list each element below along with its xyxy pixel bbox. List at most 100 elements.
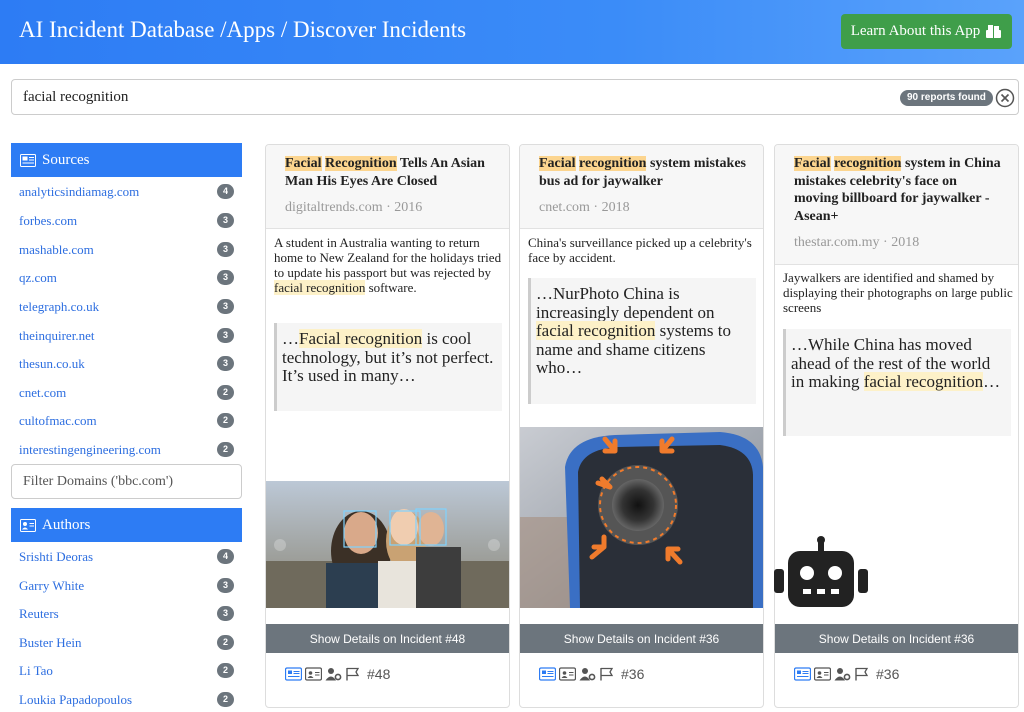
quote-highlight: facial recognition [536,321,656,340]
desc-text: A student in Australia wanting to return… [274,235,502,280]
card-source: thestar.com.my · 2018 [794,235,920,250]
author-count: 3 [217,578,234,593]
title-highlight: Facial [285,156,322,171]
show-details-button[interactable]: Show Details on Incident #36 [520,624,763,653]
user-gear-icon[interactable] [325,667,342,681]
incident-card: Facial recognition system mistakes bus a… [519,144,764,708]
author-count: 2 [217,635,234,650]
incident-number[interactable]: #36 [876,666,899,682]
source-label: thesun.co.uk [19,356,85,371]
author-label: Li Tao [19,663,53,678]
search-input[interactable]: facial recognition 90 reports found [11,79,1019,115]
source-label: forbes.com [19,213,78,228]
filter-domains-placeholder: Filter Domains ('bbc.com') [23,473,174,489]
card-quote: …NurPhoto China is increasingly dependen… [528,278,756,404]
quote-text: …NurPhoto China is increasingly dependen… [536,284,715,322]
source-count: 4 [217,184,234,199]
source-item[interactable]: forbes.com 3 [19,211,234,231]
author-label: Garry White [19,578,85,593]
quote-highlight: Facial recognition [299,329,423,348]
author-label: Loukia Papadopoulos [19,692,133,707]
id-card-icon[interactable] [559,667,576,681]
author-count: 2 [217,692,234,707]
newspaper-icon[interactable] [794,667,811,681]
source-item[interactable]: thesun.co.uk 3 [19,354,234,374]
title-highlight: Facial [794,156,831,171]
source-item[interactable]: telegraph.co.uk 3 [19,297,234,317]
card-description: China's surveillance picked up a celebri… [528,235,758,265]
source-label: theinquirer.net [19,328,95,343]
show-details-button[interactable]: Show Details on Incident #36 [775,624,1018,653]
card-title[interactable]: Facial recognition system mistakes bus a… [539,155,749,190]
title-highlight: Recognition [325,156,397,171]
id-card-icon[interactable] [814,667,831,681]
robot-icon [774,536,868,607]
title-highlight: Facial [539,156,576,171]
source-label: qz.com [19,270,57,285]
authors-heading: Authors [42,516,91,533]
source-label: telegraph.co.uk [19,299,100,314]
flag-icon[interactable] [345,667,362,681]
flag-icon[interactable] [599,667,616,681]
author-item[interactable]: Li Tao 2 [19,661,234,681]
source-count: 2 [217,442,234,457]
newspaper-icon[interactable] [285,667,302,681]
desc-text: Jaywalkers are identified and shamed by … [783,270,1013,315]
source-item[interactable]: qz.com 3 [19,268,234,288]
show-details-button[interactable]: Show Details on Incident #48 [266,624,509,653]
newspaper-icon [20,153,36,167]
card-quote: …Facial recognition is cool technology, … [274,323,502,411]
author-item[interactable]: Reuters 3 [19,604,234,624]
newspaper-icon[interactable] [539,667,556,681]
source-item[interactable]: interestingengineering.com 2 [19,440,234,460]
app-header: AI Incident Database /Apps / Discover In… [0,0,1024,64]
card-title[interactable]: Facial Recognition Tells An Asian Man Hi… [285,155,495,190]
source-item[interactable]: theinquirer.net 3 [19,326,234,346]
flag-icon[interactable] [854,667,871,681]
desc-text: China's surveillance picked up a celebri… [528,235,752,265]
author-item[interactable]: Garry White 3 [19,576,234,596]
source-count: 2 [217,413,234,428]
card-header: Facial Recognition Tells An Asian Man Hi… [266,145,509,229]
title-highlight: recognition [579,156,647,171]
author-count: 3 [217,606,234,621]
user-gear-icon[interactable] [834,667,851,681]
box-icon [986,25,1002,38]
author-item[interactable]: Loukia Papadopoulos 2 [19,690,234,710]
user-gear-icon[interactable] [579,667,596,681]
source-label: analyticsindiamag.com [19,184,140,199]
incident-number[interactable]: #48 [367,666,390,682]
author-label: Reuters [19,606,59,621]
title-highlight: recognition [834,156,902,171]
card-header: Facial recognition system mistakes bus a… [520,145,763,229]
learn-about-app-button[interactable]: Learn About this App [841,14,1012,49]
source-item[interactable]: analyticsindiamag.com 4 [19,182,234,202]
source-count: 3 [217,270,234,285]
card-image [520,427,763,608]
card-source: cnet.com · 2018 [539,200,630,215]
card-header: Facial recognition system in China mista… [775,145,1018,265]
source-item[interactable]: mashable.com 3 [19,240,234,260]
filter-domains-input[interactable]: Filter Domains ('bbc.com') [11,464,242,499]
author-label: Buster Hein [19,635,82,650]
quote-text: … [282,329,299,348]
reports-found-badge: 90 reports found [900,90,993,106]
author-item[interactable]: Srishti Deoras 4 [19,547,234,567]
id-card-icon[interactable] [305,667,322,681]
source-item[interactable]: cnet.com 2 [19,383,234,403]
source-count: 3 [217,356,234,371]
card-title[interactable]: Facial recognition system in China mista… [794,155,1004,225]
source-label: interestingengineering.com [19,442,161,457]
source-count: 2 [217,385,234,400]
author-item[interactable]: Buster Hein 2 [19,633,234,653]
source-count: 3 [217,328,234,343]
incident-number[interactable]: #36 [621,666,644,682]
close-circle-icon[interactable] [995,88,1015,108]
card-actions: #36 [794,664,899,684]
sources-heading: Sources [42,151,90,168]
source-item[interactable]: cultofmac.com 2 [19,411,234,431]
source-label: mashable.com [19,242,94,257]
source-count: 3 [217,299,234,314]
card-actions: #48 [285,664,390,684]
source-count: 3 [217,213,234,228]
